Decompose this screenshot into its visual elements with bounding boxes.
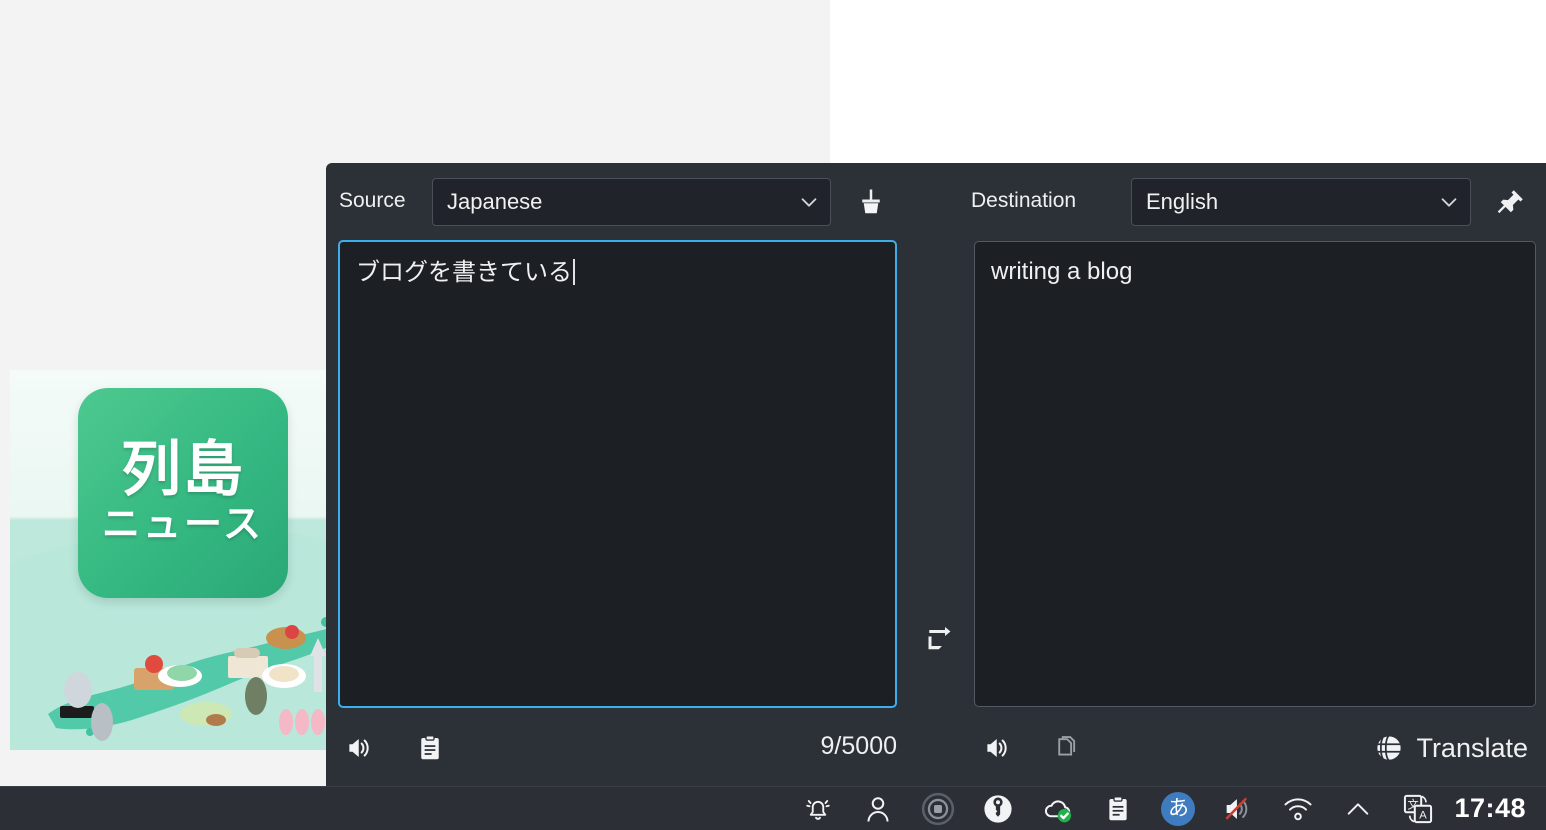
tray-clipboard[interactable] xyxy=(1088,787,1148,830)
record-circle-icon xyxy=(921,792,955,826)
news-card[interactable]: 列島 ニュース xyxy=(10,370,330,750)
destination-text-content: writing a blog xyxy=(991,256,1519,288)
chevron-down-icon xyxy=(1438,191,1460,213)
swap-languages-button[interactable] xyxy=(918,617,958,657)
clipboard-paste-icon xyxy=(416,734,444,762)
tray-notifications[interactable] xyxy=(788,787,848,830)
logo-line-2: ニュース xyxy=(102,502,264,548)
source-textarea[interactable]: ブログを書きている xyxy=(338,240,897,708)
chevron-up-icon xyxy=(1344,795,1372,823)
broom-clear-icon xyxy=(856,187,886,217)
destination-language-value: English xyxy=(1146,189,1438,215)
user-account-icon xyxy=(863,794,893,824)
tray-network[interactable] xyxy=(1268,787,1328,830)
clipboard-icon xyxy=(1104,795,1132,823)
tray-screen-recorder[interactable] xyxy=(908,787,968,830)
dialog-header: Source Japanese Destination Eng xyxy=(326,163,1546,241)
source-language-select[interactable]: Japanese xyxy=(432,178,831,226)
source-toolbar: 9/5000 xyxy=(338,718,897,778)
news-thumbnail: 列島 ニュース xyxy=(10,370,330,750)
logo-line-1: 列島 xyxy=(121,439,245,502)
source-language-value: Japanese xyxy=(447,189,798,215)
svg-text:A: A xyxy=(1420,809,1428,821)
destination-textarea[interactable]: writing a blog xyxy=(974,241,1536,707)
taskbar-clock[interactable]: 17:48 xyxy=(1448,793,1538,824)
destination-speak-button[interactable] xyxy=(978,728,1018,768)
key-password-icon xyxy=(982,793,1014,825)
destination-language-select[interactable]: English xyxy=(1131,178,1471,226)
screen: 列島 ニュース xyxy=(0,0,1546,830)
tray-input-method[interactable]: あ xyxy=(1148,787,1208,830)
system-taskbar: あ xyxy=(0,786,1546,830)
cloud-sync-ok-icon xyxy=(1042,793,1074,825)
tray-user[interactable] xyxy=(848,787,908,830)
source-speak-button[interactable] xyxy=(340,728,380,768)
ime-japanese-icon: あ xyxy=(1161,792,1195,826)
speaker-muted-icon xyxy=(1222,793,1254,825)
translate-button[interactable]: Translate xyxy=(1366,724,1536,772)
source-paste-button[interactable] xyxy=(410,728,450,768)
tray-translator[interactable]: 文 A xyxy=(1388,787,1448,830)
translator-dialog: Source Japanese Destination Eng xyxy=(326,163,1546,786)
text-caret xyxy=(573,259,575,285)
pin-icon xyxy=(1496,187,1526,217)
bell-notification-icon xyxy=(803,794,833,824)
japan-map-illustration xyxy=(30,610,330,750)
destination-toolbar: Translate xyxy=(974,718,1536,778)
tray-show-hidden[interactable] xyxy=(1328,787,1388,830)
speaker-icon xyxy=(345,733,375,763)
translate-button-label: Translate xyxy=(1416,733,1528,764)
source-text-content: ブログを書きている xyxy=(356,256,879,288)
chevron-down-icon xyxy=(798,191,820,213)
globe-icon xyxy=(1374,733,1404,763)
tray-volume[interactable] xyxy=(1208,787,1268,830)
source-text-value: ブログを書きている xyxy=(356,258,572,286)
clear-source-button[interactable] xyxy=(854,185,888,219)
wifi-icon xyxy=(1282,793,1314,825)
tray-password-manager[interactable] xyxy=(968,787,1028,830)
destination-copy-button[interactable] xyxy=(1046,728,1086,768)
pin-window-button[interactable] xyxy=(1494,185,1528,219)
ime-glyph: あ xyxy=(1168,798,1189,819)
news-logo-badge: 列島 ニュース xyxy=(78,388,288,598)
swap-languages-icon xyxy=(923,622,953,652)
copy-icon xyxy=(1052,734,1080,762)
speaker-icon xyxy=(983,733,1013,763)
character-counter: 9/5000 xyxy=(821,732,897,761)
source-label: Source xyxy=(339,189,406,213)
translate-icon: 文 A xyxy=(1402,793,1434,825)
tray-cloud-sync[interactable] xyxy=(1028,787,1088,830)
destination-label: Destination xyxy=(971,189,1076,213)
